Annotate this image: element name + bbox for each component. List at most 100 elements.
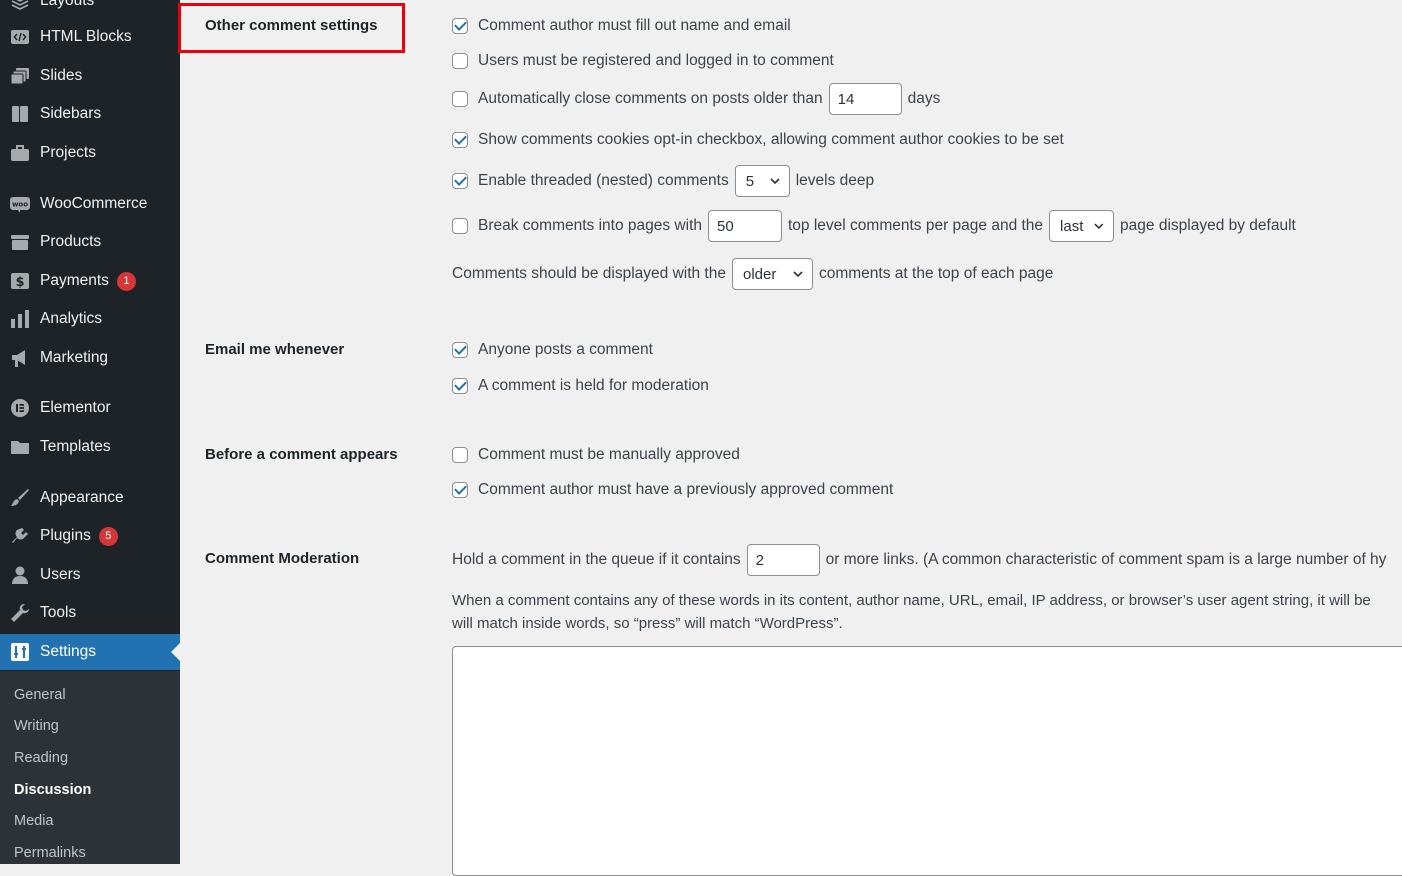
close-comments-suffix: days <box>907 90 941 107</box>
submenu-media[interactable]: Media <box>14 813 54 829</box>
registration-required-checkbox[interactable] <box>452 53 468 69</box>
paintbrush-icon <box>9 488 31 508</box>
marketing-icon <box>9 348 31 368</box>
thread-depth-select[interactable]: 5 <box>734 165 790 197</box>
menu-label: Settings <box>40 643 97 660</box>
require-name-email-label[interactable]: Comment author must fill out name and em… <box>478 17 791 35</box>
default-page-select[interactable]: last <box>1049 210 1115 242</box>
paged-comments-suffix: page displayed by default <box>1120 217 1296 234</box>
manual-approval-row: Comment must be manually approved <box>452 446 740 464</box>
menu-label: Slides <box>40 67 83 84</box>
menu-item-html-blocks[interactable]: HTML Blocks <box>0 19 180 55</box>
submenu-general[interactable]: General <box>14 687 66 703</box>
submenu-discussion[interactable]: Discussion <box>14 782 91 798</box>
moderation-links-row: Hold a comment in the queue if it contai… <box>452 544 1386 576</box>
comments-per-page-input[interactable]: 50 <box>708 210 782 242</box>
slides-icon <box>9 66 31 86</box>
previously-approved-label[interactable]: Comment author must have a previously ap… <box>478 481 893 499</box>
analytics-icon <box>9 309 31 329</box>
menu-label: WooCommerce <box>40 195 148 212</box>
registration-required-row: Users must be registered and logged in t… <box>452 52 834 70</box>
registration-required-label[interactable]: Users must be registered and logged in t… <box>478 52 834 70</box>
anyone-posts-label[interactable]: Anyone posts a comment <box>478 341 653 359</box>
menu-item-settings[interactable]: Settings <box>0 634 180 670</box>
threaded-comments-row: Enable threaded (nested) comments 5 leve… <box>452 165 874 197</box>
projects-icon <box>9 143 31 163</box>
threaded-comments-checkbox[interactable] <box>452 173 468 189</box>
sidebars-icon <box>9 104 31 124</box>
layouts-icon <box>9 0 31 11</box>
paged-comments-middle: top level comments per page and the <box>788 217 1044 234</box>
svg-text:$: $ <box>15 275 24 290</box>
threaded-comments-prefix[interactable]: Enable threaded (nested) comments <box>478 172 729 190</box>
woocommerce-icon: woo <box>9 194 31 214</box>
chevron-down-icon <box>793 271 803 278</box>
menu-item-users[interactable]: Users <box>0 557 180 593</box>
submenu-permalinks[interactable]: Permalinks <box>14 845 86 861</box>
chevron-down-icon <box>770 178 780 185</box>
moderation-links-input[interactable]: 2 <box>746 544 820 576</box>
menu-label: Appearance <box>40 489 124 506</box>
submenu-writing[interactable]: Writing <box>14 718 59 734</box>
previously-approved-checkbox[interactable] <box>452 482 468 498</box>
menu-label: Marketing <box>40 349 109 366</box>
menu-item-appearance[interactable]: Appearance <box>0 480 180 516</box>
menu-label: Analytics <box>40 310 103 327</box>
manual-approval-checkbox[interactable] <box>452 447 468 463</box>
wrench-icon <box>9 603 31 623</box>
submenu-reading[interactable]: Reading <box>14 750 68 766</box>
paged-comments-prefix[interactable]: Break comments into pages with <box>478 217 702 235</box>
moderation-keys-textarea[interactable] <box>452 646 1402 876</box>
menu-label: Sidebars <box>40 105 102 122</box>
menu-item-tools[interactable]: Tools <box>0 595 180 631</box>
comment-order-select[interactable]: older <box>731 258 813 290</box>
menu-item-projects[interactable]: Projects <box>0 135 180 171</box>
menu-item-plugins[interactable]: Plugins 5 <box>0 518 180 554</box>
menu-label: Elementor <box>40 399 111 416</box>
before-appears-label: Before a comment appears <box>205 446 398 463</box>
comment-moderation-label: Comment Moderation <box>205 550 360 567</box>
menu-item-elementor[interactable]: Elementor <box>0 390 180 426</box>
thread-depth-value: 5 <box>745 172 755 190</box>
cookies-opt-in-label[interactable]: Show comments cookies opt-in checkbox, a… <box>478 131 1064 149</box>
plugins-count-badge: 5 <box>98 526 118 546</box>
cookies-opt-in-checkbox[interactable] <box>452 132 468 148</box>
menu-item-layouts[interactable]: Layouts <box>0 0 180 19</box>
cookies-opt-in-row: Show comments cookies opt-in checkbox, a… <box>452 131 1064 149</box>
manual-approval-label[interactable]: Comment must be manually approved <box>478 446 740 464</box>
comment-order-suffix: comments at the top of each page <box>818 265 1054 282</box>
menu-item-analytics[interactable]: Analytics <box>0 301 180 337</box>
chevron-down-icon <box>1094 223 1104 230</box>
payments-count-badge: 1 <box>116 271 136 291</box>
menu-item-templates[interactable]: Templates <box>0 429 180 465</box>
menu-item-products[interactable]: Products <box>0 224 180 260</box>
previously-approved-row: Comment author must have a previously ap… <box>452 481 893 499</box>
email-me-label: Email me whenever <box>205 341 345 358</box>
menu-label: Payments <box>40 272 109 289</box>
menu-label: HTML Blocks <box>40 28 132 45</box>
comment-order-prefix: Comments should be displayed with the <box>452 265 726 282</box>
require-name-email-checkbox[interactable] <box>452 18 468 34</box>
folder-icon <box>9 437 31 457</box>
paged-comments-checkbox[interactable] <box>452 218 468 234</box>
held-moderation-label[interactable]: A comment is held for moderation <box>478 377 709 395</box>
menu-item-woocommerce[interactable]: woo WooCommerce <box>0 186 180 222</box>
user-icon <box>9 565 31 585</box>
menu-item-slides[interactable]: Slides <box>0 58 180 94</box>
html-blocks-icon <box>9 27 31 47</box>
close-comments-days-input[interactable]: 14 <box>828 83 902 115</box>
held-moderation-checkbox[interactable] <box>452 378 468 394</box>
menu-item-marketing[interactable]: Marketing <box>0 340 180 376</box>
products-icon <box>9 232 31 252</box>
menu-item-sidebars[interactable]: Sidebars <box>0 96 180 132</box>
comment-order-value: older <box>742 265 777 283</box>
admin-sidebar: Layouts HTML Blocks Slides Sidebars Proj… <box>0 0 180 864</box>
close-comments-checkbox[interactable] <box>452 91 468 107</box>
moderation-links-prefix: Hold a comment in the queue if it contai… <box>452 551 741 568</box>
settings-submenu: General Writing Reading Discussion Media… <box>0 671 180 864</box>
close-comments-prefix[interactable]: Automatically close comments on posts ol… <box>478 90 823 108</box>
menu-item-payments[interactable]: $ Payments 1 <box>0 263 180 299</box>
svg-text:woo: woo <box>12 201 28 209</box>
anyone-posts-checkbox[interactable] <box>452 342 468 358</box>
menu-label: Tools <box>40 604 77 621</box>
